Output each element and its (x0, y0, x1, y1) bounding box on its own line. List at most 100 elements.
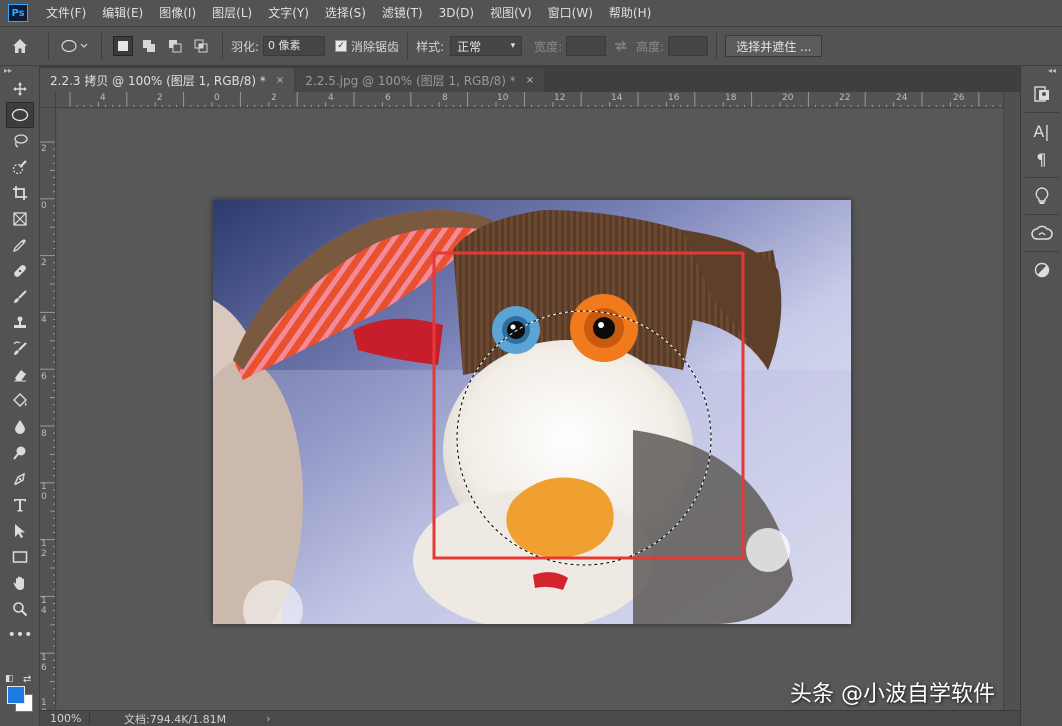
dodge-icon[interactable] (6, 440, 34, 466)
swap-colors-icon[interactable]: ⇄ (23, 674, 31, 685)
panel-group (1024, 182, 1059, 215)
ruler-tick-label: 24 (896, 93, 908, 103)
document-canvas[interactable] (213, 200, 851, 624)
subtract-from-selection-button[interactable] (165, 36, 185, 56)
collapse-panel-icon[interactable]: ◂◂ (1021, 66, 1062, 76)
feather-input[interactable]: 0 像素 (263, 36, 326, 56)
tab-document-1[interactable]: 2.2.3 拷贝 @ 100% (图层 1, RGB/8) * × (40, 68, 295, 92)
ruler-tick-label: 12 (554, 93, 566, 103)
style-select-value: 正常 (457, 39, 482, 54)
separator (48, 33, 49, 59)
menu-window[interactable]: 窗口(W) (540, 0, 601, 26)
hand-icon[interactable] (6, 570, 34, 596)
blur-icon[interactable] (6, 414, 34, 440)
menu-filter[interactable]: 滤镜(T) (374, 0, 431, 26)
separator (716, 33, 718, 59)
rectangle-icon[interactable] (6, 544, 34, 570)
type-icon[interactable] (6, 492, 34, 518)
horizontal-ruler[interactable]: 4 2 0 2 4 6 8 10 12 14 16 18 20 22 24 26 (56, 92, 1020, 108)
eyedropper-icon[interactable] (6, 232, 34, 258)
select-and-mask-button[interactable]: 选择并遮住 ... (725, 35, 823, 57)
ruler-tick-label: 0 (214, 93, 220, 103)
add-to-selection-button[interactable] (139, 36, 159, 56)
ruler-tick-label: 14 (611, 93, 623, 103)
status-menu-arrow[interactable]: › (266, 712, 270, 725)
menu-file[interactable]: 文件(F) (38, 0, 94, 26)
pen-icon[interactable] (6, 466, 34, 492)
width-input[interactable] (566, 36, 607, 56)
antialias-checkbox[interactable]: ✓ (335, 40, 348, 52)
zoom-icon[interactable] (6, 596, 34, 622)
collapse-panel-icon[interactable]: ▸▸ (0, 66, 39, 76)
eraser-icon[interactable] (6, 362, 34, 388)
ruler-tick-label: 2 (41, 144, 47, 154)
healing-brush-icon[interactable] (6, 258, 34, 284)
canvas-workspace[interactable] (57, 109, 1003, 710)
watermark-text: 头条 @小波自学软件 (790, 682, 995, 707)
learn-icon[interactable] (1025, 182, 1059, 210)
width-label: 宽度: (534, 39, 563, 54)
ruler-tick-label: 8 (442, 93, 448, 103)
default-colors-icon[interactable]: ◧ (5, 674, 14, 684)
move-icon[interactable] (6, 76, 34, 102)
ruler-tick-label: 6 (385, 93, 391, 103)
creative-cloud-icon[interactable] (1025, 219, 1059, 247)
separator (101, 33, 102, 59)
menu-help[interactable]: 帮助(H) (601, 0, 659, 26)
history-brush-icon[interactable] (6, 336, 34, 362)
photoshop-window: Ps 文件(F) 编辑(E) 图像(I) 图层(L) 文字(Y) 选择(S) 滤… (0, 0, 1062, 726)
ruler-tick-label: 10 (497, 93, 509, 103)
quick-selection-icon[interactable] (6, 154, 34, 180)
path-selection-icon[interactable] (6, 518, 34, 544)
menu-view[interactable]: 视图(V) (482, 0, 540, 26)
brush-icon[interactable] (6, 284, 34, 310)
libraries-icon[interactable] (1025, 80, 1059, 108)
vertical-ruler[interactable]: 2 0 2 4 6 8 10 12 14 16 18 (40, 108, 56, 710)
elliptical-marquee-icon[interactable] (6, 102, 34, 128)
zoom-level-field[interactable]: 100% (40, 712, 90, 725)
menu-layer[interactable]: 图层(L) (204, 0, 260, 26)
color-swatches: ◧ ⇄ (5, 674, 37, 716)
separator (407, 33, 409, 59)
menu-edit[interactable]: 编辑(E) (94, 0, 151, 26)
ruler-origin[interactable] (40, 92, 56, 108)
ruler-tick-label: 2 (41, 258, 47, 268)
menu-image[interactable]: 图像(I) (151, 0, 204, 26)
menu-3d[interactable]: 3D(D) (431, 0, 482, 26)
paint-bucket-icon[interactable] (6, 388, 34, 414)
vertical-scrollbar[interactable] (1003, 92, 1020, 710)
tool-preset-picker[interactable] (57, 34, 93, 58)
crop-icon[interactable] (6, 180, 34, 206)
separator (222, 33, 223, 59)
menu-type[interactable]: 文字(Y) (260, 0, 317, 26)
tab-document-2[interactable]: 2.2.5.jpg @ 100% (图层 1, RGB/8) * × (295, 68, 545, 92)
swap-dimensions-icon[interactable] (606, 36, 636, 56)
document-tab-bar: 2.2.3 拷贝 @ 100% (图层 1, RGB/8) * × 2.2.5.… (40, 66, 1020, 92)
lasso-icon[interactable] (6, 128, 34, 154)
height-label: 高度: (636, 39, 665, 54)
close-icon[interactable]: × (526, 75, 534, 86)
feather-label: 羽化: (231, 39, 260, 54)
document-size-info: 文档:794.4K/1.81M (124, 712, 227, 726)
ruler-tick-label: 26 (953, 93, 965, 103)
menu-select[interactable]: 选择(S) (317, 0, 374, 26)
ruler-tick-label: 18 (41, 698, 47, 710)
ruler-tick-label: 16 (668, 93, 680, 103)
more-tools-icon[interactable]: ••• (6, 622, 34, 648)
paragraph-icon[interactable]: ¶ (1025, 145, 1059, 173)
style-select[interactable]: 正常 ▾ (450, 36, 523, 56)
foreground-color-swatch[interactable] (7, 686, 25, 704)
intersect-selection-button[interactable] (191, 36, 211, 56)
new-selection-button[interactable] (113, 36, 133, 56)
home-icon[interactable] (0, 31, 40, 61)
close-icon[interactable]: × (276, 75, 284, 86)
options-bar: 羽化: 0 像素 ✓ 消除锯齿 样式: 正常 ▾ 宽度: 高度: 选择并遮住 .… (0, 26, 1062, 66)
panel-group: A| ¶ (1024, 117, 1059, 178)
adjustments-icon[interactable] (1025, 256, 1059, 284)
height-input[interactable] (668, 36, 709, 56)
antialias-label: 消除锯齿 (351, 39, 400, 54)
frame-icon[interactable] (6, 206, 34, 232)
panel-group (1025, 256, 1059, 288)
character-icon[interactable]: A| (1025, 117, 1059, 145)
clone-stamp-icon[interactable] (6, 310, 34, 336)
